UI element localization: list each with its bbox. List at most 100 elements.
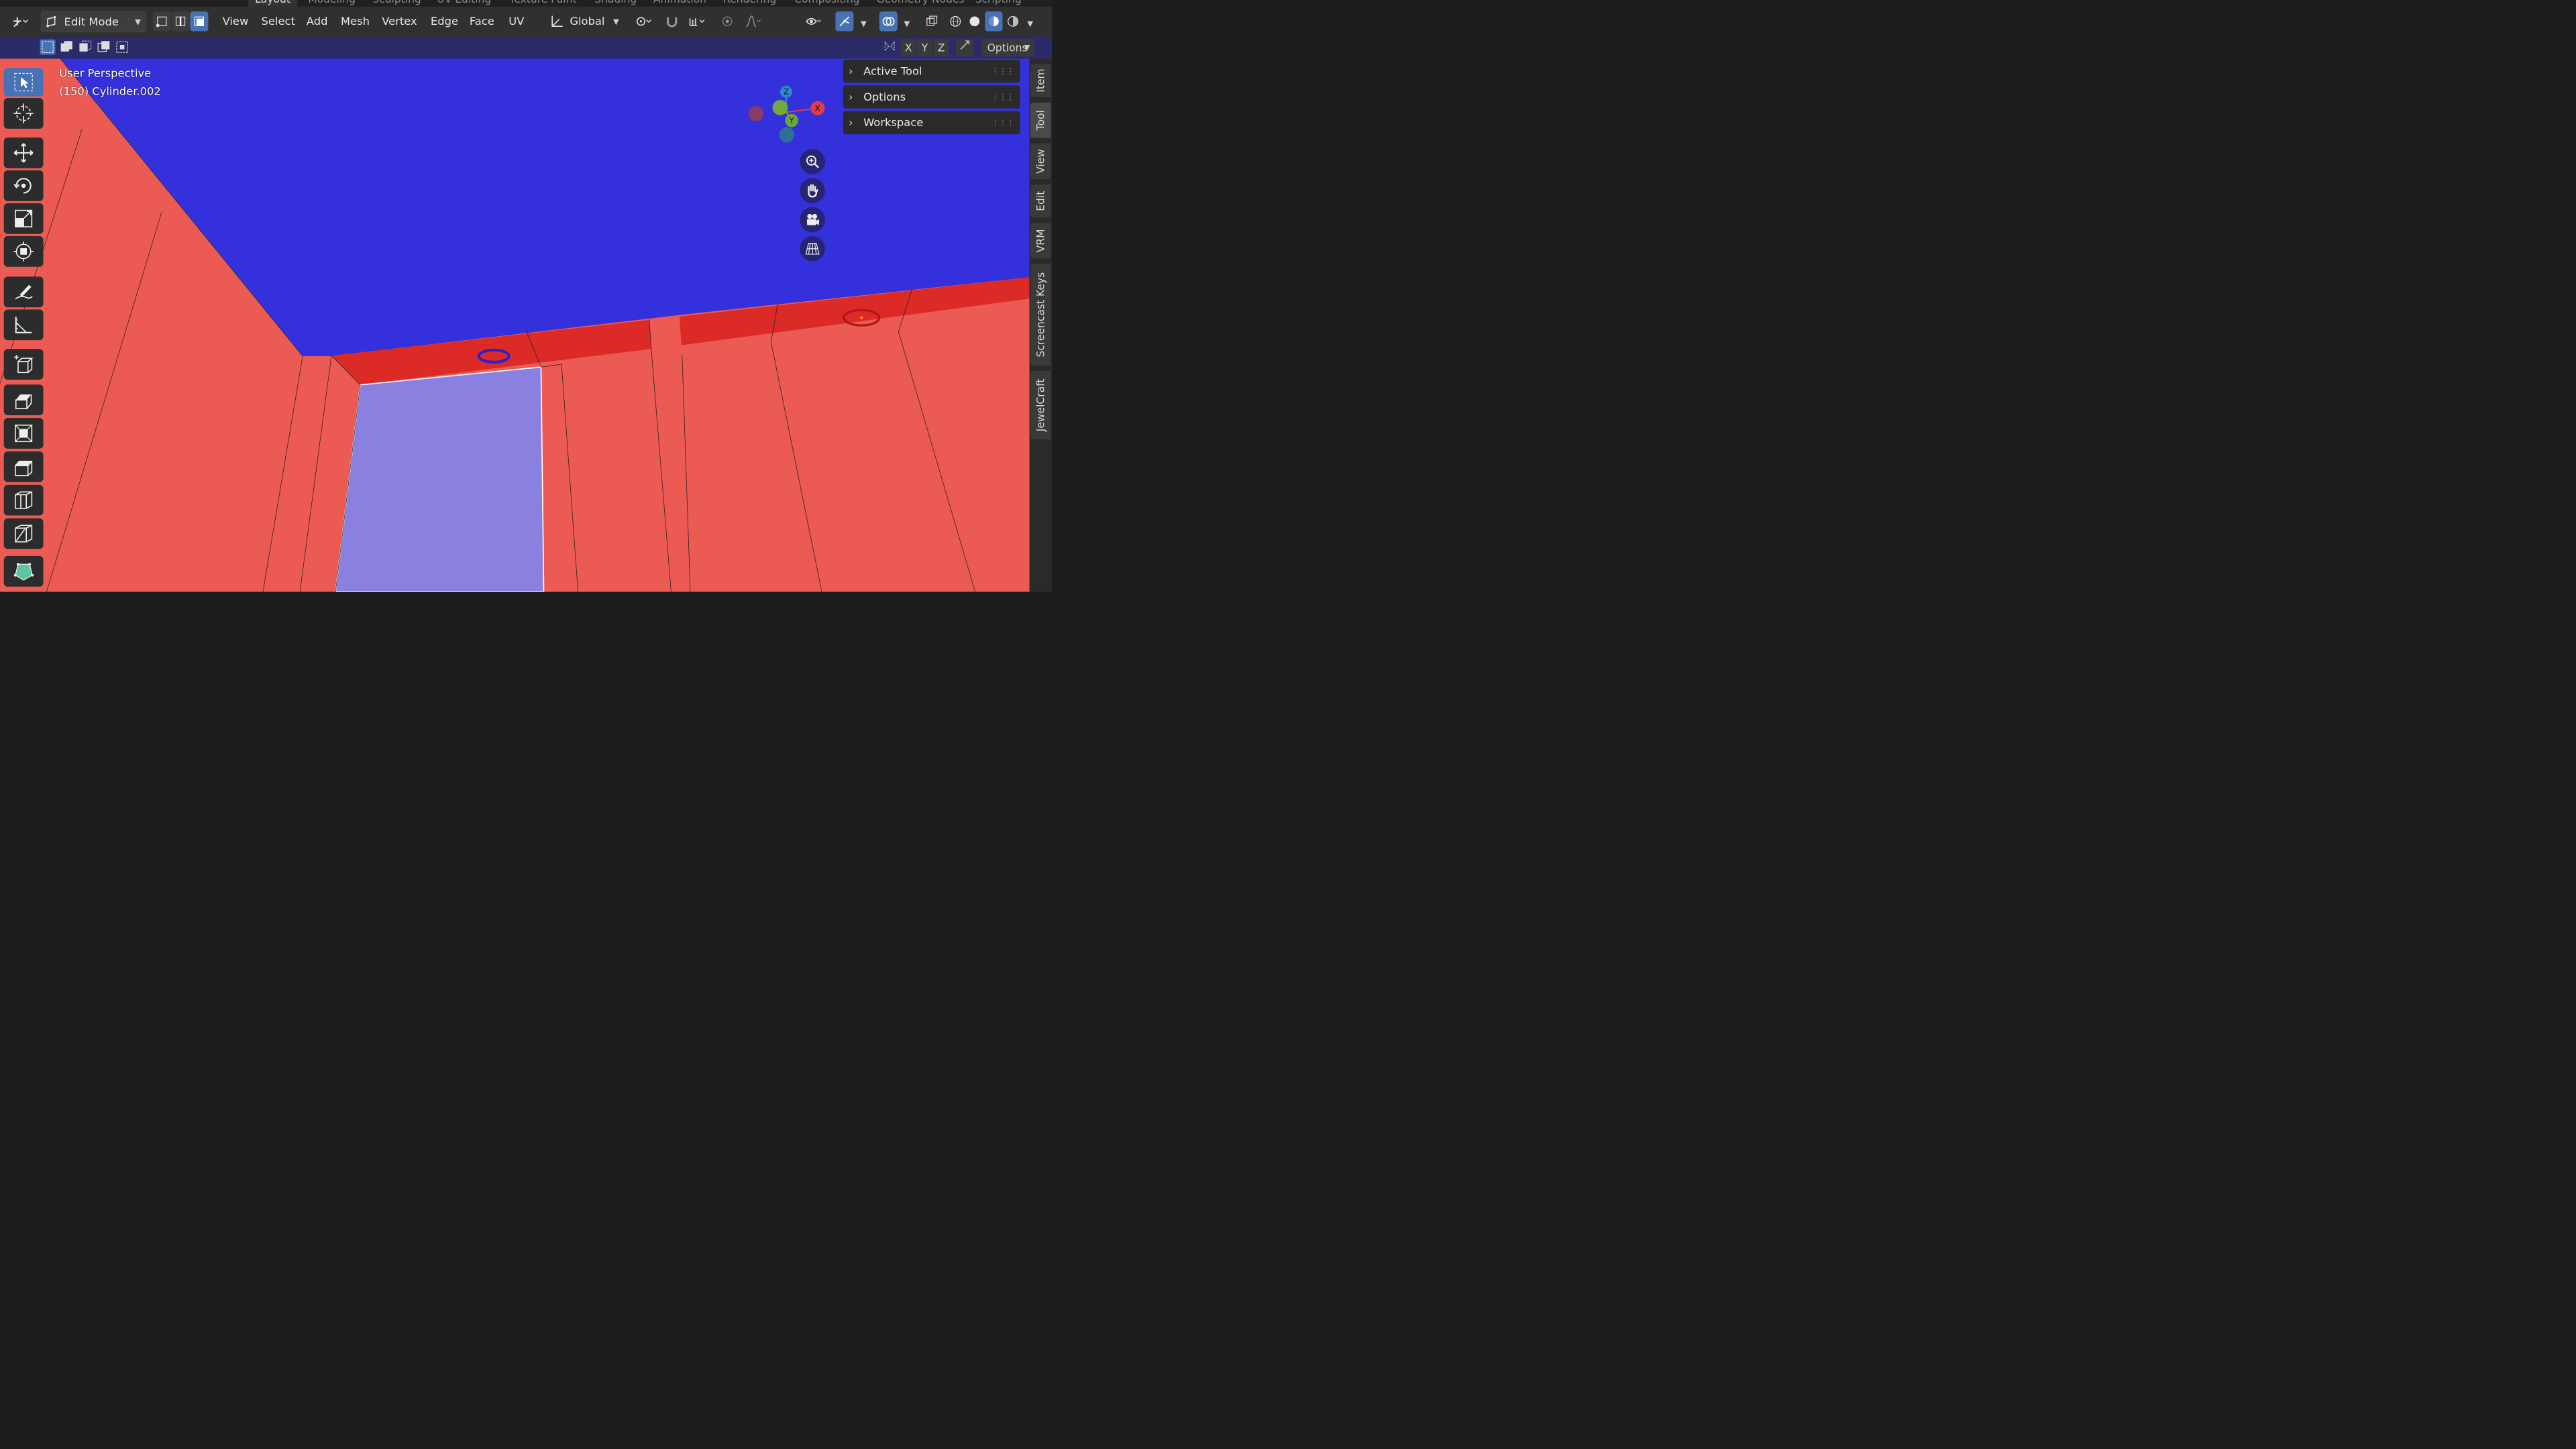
move-tool[interactable]: [3, 137, 44, 168]
mirror-x-toggle[interactable]: X: [900, 38, 916, 57]
selected-face[interactable]: [335, 366, 545, 592]
sidebar-tab-label: Screencast Keys: [1034, 272, 1047, 358]
chevron-down-icon[interactable]: ▼: [904, 19, 910, 28]
pan-button[interactable]: [800, 178, 825, 203]
vertex-select-mode-button[interactable]: [152, 11, 171, 32]
menu-add[interactable]: Add: [305, 11, 329, 31]
mirror-y-toggle[interactable]: Y: [917, 38, 932, 57]
inset-tool[interactable]: [3, 418, 44, 449]
options-dropdown-label: Options: [987, 42, 1028, 54]
pivot-point-dropdown[interactable]: [630, 11, 657, 31]
select-extend-button[interactable]: [58, 40, 74, 55]
face-select-mode-button[interactable]: [190, 11, 209, 32]
auto-merge-toggle[interactable]: [956, 38, 974, 57]
editor-type-button[interactable]: [5, 11, 36, 31]
transform-tool[interactable]: [3, 235, 44, 267]
annotate-tool[interactable]: [3, 276, 44, 308]
falloff-curve-icon: [745, 15, 761, 28]
visibility-dropdown[interactable]: [800, 11, 827, 31]
solid-shading-button[interactable]: [966, 11, 983, 31]
cursor-tool[interactable]: [3, 98, 44, 129]
sidebar-tab-vrm[interactable]: VRM: [1030, 223, 1051, 259]
rotate-tool[interactable]: [3, 170, 44, 201]
scale-tool[interactable]: [3, 203, 44, 234]
rotate-icon: [13, 178, 32, 194]
sidebar-tab-screencast-keys[interactable]: Screencast Keys: [1030, 264, 1051, 366]
sidebar-tab-jewelcraft[interactable]: JewelCraft: [1030, 370, 1051, 439]
menu-select[interactable]: Select: [260, 11, 297, 31]
falloff-dropdown[interactable]: [739, 11, 767, 31]
tab-geometry-nodes[interactable]: Geometry Nodes: [877, 0, 965, 7]
gizmo-z-label: Z: [784, 87, 789, 96]
sidebar-tab-edit[interactable]: Edit: [1030, 184, 1051, 218]
drag-grip-icon[interactable]: ⋮⋮⋮: [991, 118, 1014, 127]
material-preview-button[interactable]: [985, 11, 1003, 32]
gizmo-x-label: X: [815, 103, 820, 113]
proportional-edit-icon: [722, 16, 733, 27]
magnet-icon: [667, 17, 678, 28]
tab-animation[interactable]: Animation: [653, 0, 706, 7]
tab-compositing[interactable]: Compositing: [794, 0, 859, 7]
select-subtract-button[interactable]: [77, 40, 93, 55]
add-cube-tool[interactable]: [3, 349, 44, 380]
workspace-tab-strip: Layout Modeling Sculpting UV Editing Tex…: [0, 0, 1052, 7]
select-box-tool[interactable]: [3, 68, 44, 97]
menu-mesh[interactable]: Mesh: [339, 11, 370, 31]
panel-options[interactable]: › Options ⋮⋮⋮: [843, 85, 1020, 109]
sidebar-tab-item[interactable]: Item: [1030, 64, 1051, 97]
tab-scripting[interactable]: Scripting: [975, 0, 1022, 7]
gizmo-toggle-button[interactable]: [835, 11, 854, 32]
select-new-button[interactable]: [40, 39, 56, 55]
sidebar-tab-tool[interactable]: Tool: [1030, 102, 1051, 138]
snap-target-dropdown[interactable]: [684, 11, 711, 31]
select-invert-button[interactable]: [96, 40, 111, 55]
bevel-tool[interactable]: [3, 451, 44, 482]
tab-shading[interactable]: Shading: [594, 0, 637, 7]
loop-cut-tool[interactable]: [3, 484, 44, 516]
menu-face[interactable]: Face: [468, 11, 495, 31]
chevron-down-icon[interactable]: ▼: [1027, 19, 1033, 28]
transform-orientation-dropdown[interactable]: Global ▼: [548, 11, 622, 31]
wireframe-shading-button[interactable]: [947, 11, 964, 31]
measure-tool[interactable]: [3, 309, 44, 341]
extrude-tool[interactable]: [3, 384, 44, 416]
navigation-gizmo[interactable]: Z X Y: [739, 71, 833, 153]
auto-merge-icon: [960, 40, 970, 50]
edge-select-mode-button[interactable]: [171, 11, 190, 32]
menu-edge[interactable]: Edge: [429, 11, 459, 31]
xray-toggle-button[interactable]: [923, 11, 941, 31]
knife-tool[interactable]: [3, 518, 44, 549]
snap-toggle-button[interactable]: [662, 11, 682, 31]
drag-grip-icon[interactable]: ⋮⋮⋮: [991, 92, 1014, 101]
3d-viewport[interactable]: User Perspective (150) Cylinder.002 Z X …: [0, 58, 1052, 592]
zoom-button[interactable]: [800, 149, 825, 174]
tab-modeling[interactable]: Modeling: [308, 0, 356, 7]
face-select-icon: [194, 16, 205, 26]
select-intersect-button[interactable]: [115, 40, 130, 55]
mode-dropdown[interactable]: Edit Mode ▼: [41, 11, 147, 33]
menu-vertex[interactable]: Vertex: [381, 11, 419, 31]
tab-sculpting[interactable]: Sculpting: [372, 0, 421, 7]
drag-grip-icon[interactable]: ⋮⋮⋮: [991, 66, 1014, 76]
camera-view-button[interactable]: [800, 207, 825, 233]
menu-uv[interactable]: UV: [508, 11, 525, 31]
rendered-shading-button[interactable]: [1004, 11, 1022, 31]
panel-workspace[interactable]: › Workspace ⋮⋮⋮: [843, 111, 1020, 135]
perspective-toggle-button[interactable]: [800, 235, 825, 262]
view-name-label: User Perspective: [59, 66, 152, 80]
mirror-toggle-icon[interactable]: [881, 40, 898, 57]
proportional-edit-button[interactable]: [718, 11, 737, 31]
overlays-toggle-button[interactable]: [879, 11, 898, 32]
options-dropdown[interactable]: Options ▼: [981, 38, 1034, 57]
tab-layout[interactable]: Layout: [248, 0, 298, 7]
tab-texture-paint[interactable]: Texture Paint: [509, 0, 576, 7]
zoom-icon: [806, 155, 819, 168]
sidebar-tab-view[interactable]: View: [1030, 143, 1051, 180]
tab-uv-editing[interactable]: UV Editing: [437, 0, 491, 7]
poly-build-tool[interactable]: [3, 555, 44, 587]
mirror-z-toggle[interactable]: Z: [933, 38, 949, 57]
tab-rendering[interactable]: Rendering: [723, 0, 776, 7]
menu-view[interactable]: View: [221, 11, 250, 31]
chevron-down-icon[interactable]: ▼: [861, 19, 867, 28]
panel-active-tool[interactable]: › Active Tool ⋮⋮⋮: [843, 60, 1020, 83]
